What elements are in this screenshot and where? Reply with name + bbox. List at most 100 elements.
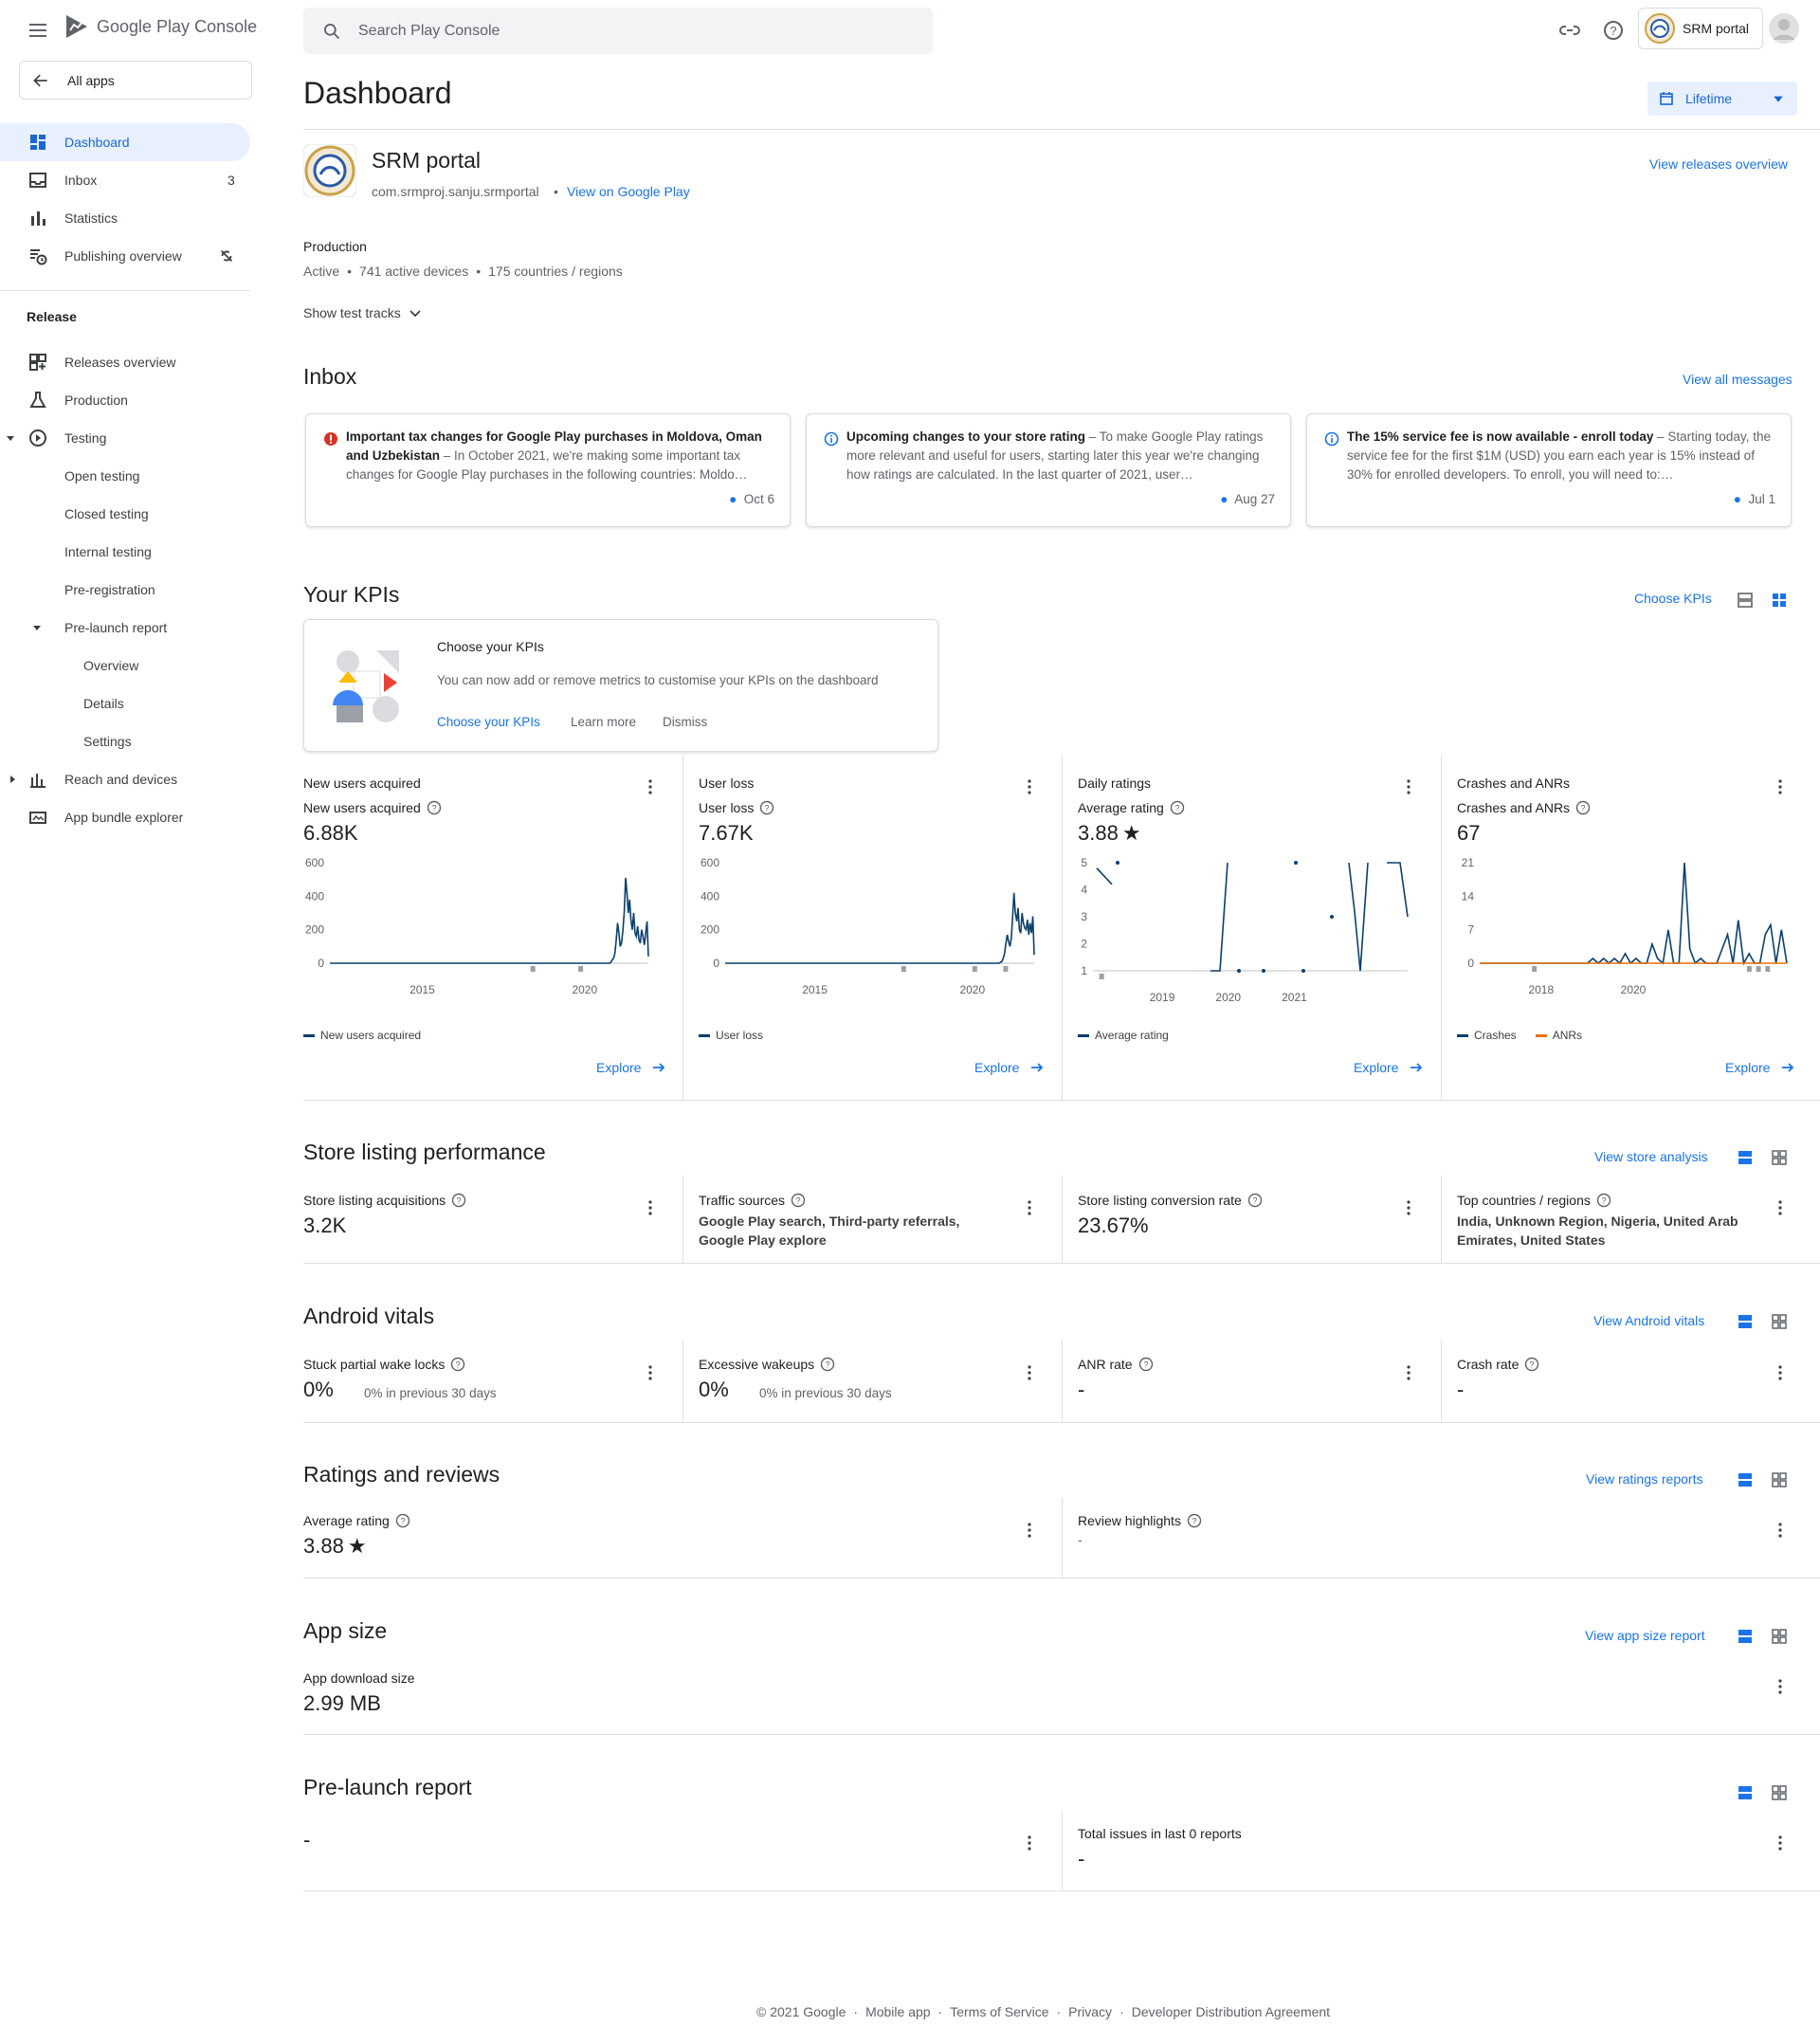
promo-body: You can now add or remove metrics to cus… [437,673,879,687]
dismiss-button[interactable]: Dismiss [663,715,707,729]
grid-view-icon[interactable] [1771,1149,1788,1166]
sidebar-item-internal-testing[interactable]: Internal testing [64,544,152,559]
explore-button[interactable]: Explore [974,1060,1044,1075]
menu-icon[interactable] [27,19,49,42]
play-console-logo[interactable]: Google Play Console [64,13,257,40]
sidebar-item-reach-and-devices[interactable]: Reach and devices [0,760,250,798]
help-icon[interactable]: ? [1575,800,1591,815]
sidebar-item-inbox[interactable]: Inbox 3 [0,161,250,199]
view-ratings-reports-link[interactable]: View ratings reports [1586,1471,1702,1487]
help-icon[interactable]: ? [1247,1193,1263,1208]
list-view-icon[interactable] [1737,1471,1754,1488]
more-vert-icon[interactable] [1778,1365,1782,1380]
more-vert-icon[interactable] [1028,1835,1031,1851]
more-vert-icon[interactable] [648,779,652,794]
footer-link-dda[interactable]: Developer Distribution Agreement [1132,2004,1330,2019]
choose-kpis-link[interactable]: Choose KPIs [1634,591,1712,606]
view-releases-overview-link[interactable]: View releases overview [1649,156,1788,172]
help-icon[interactable]: ? [791,1193,806,1208]
caret-down-icon[interactable] [6,433,15,443]
caret-right-icon[interactable] [8,775,17,784]
caret-down-icon[interactable] [32,623,42,632]
help-icon[interactable]: ? [1170,800,1185,815]
legend-swatch [1535,1033,1547,1037]
more-vert-icon[interactable] [1028,1365,1031,1380]
more-vert-icon[interactable] [1028,1200,1031,1215]
more-vert-icon[interactable] [648,1200,652,1215]
help-icon[interactable]: ? [450,1357,465,1372]
grid-view-icon[interactable] [1771,1313,1788,1330]
list-view-icon[interactable] [1737,1313,1754,1330]
date-range-dropdown[interactable]: Lifetime [1647,82,1797,116]
grid-view-icon[interactable] [1771,1471,1788,1488]
avatar[interactable] [1769,13,1799,44]
view-on-google-play-link[interactable]: View on Google Play [567,184,690,199]
sidebar-item-statistics[interactable]: Statistics [0,199,250,237]
sidebar-item-dashboard[interactable]: Dashboard [0,123,250,161]
help-icon[interactable]: ? [1138,1357,1154,1372]
more-vert-icon[interactable] [1778,1835,1782,1851]
grid-view-icon[interactable] [1771,592,1788,609]
explore-button[interactable]: Explore [596,1060,665,1075]
help-icon[interactable]: ? [820,1357,835,1372]
more-vert-icon[interactable] [1407,1200,1410,1215]
more-vert-icon[interactable] [1028,779,1031,794]
help-icon[interactable]: ? [395,1513,410,1528]
view-app-size-report-link[interactable]: View app size report [1585,1628,1705,1643]
list-view-icon[interactable] [1737,1628,1754,1645]
list-view-icon[interactable] [1737,1784,1754,1801]
learn-more-button[interactable]: Learn more [571,715,636,729]
more-vert-icon[interactable] [1407,779,1410,794]
search-input[interactable]: Search Play Console [358,23,500,40]
more-vert-icon[interactable] [1778,779,1782,794]
sidebar-item-publishing-overview[interactable]: Publishing overview [0,237,250,275]
footer-link-mobile-app[interactable]: Mobile app [865,2004,931,2019]
sidebar-item-testing[interactable]: Testing [0,419,250,457]
help-icon[interactable]: ? [427,800,442,815]
inbox-message-card[interactable]: Upcoming changes to your store rating – … [806,413,1291,527]
view-android-vitals-link[interactable]: View Android vitals [1593,1313,1704,1328]
sidebar-item-details[interactable]: Details [83,696,124,711]
sidebar-item-production[interactable]: Production [0,381,250,419]
help-icon[interactable]: ? [1187,1513,1202,1528]
sidebar-item-closed-testing[interactable]: Closed testing [64,506,149,521]
footer-link-privacy[interactable]: Privacy [1068,2004,1112,2019]
arrow-forward-icon [653,1063,665,1072]
sidebar-item-pre-registration[interactable]: Pre-registration [64,582,155,597]
sidebar-item-releases-overview[interactable]: Releases overview [0,343,250,381]
sidebar-item-settings[interactable]: Settings [83,734,132,749]
help-icon[interactable]: ? [1602,19,1625,42]
help-icon[interactable]: ? [451,1193,466,1208]
show-test-tracks-button[interactable]: Show test tracks [303,305,422,320]
more-vert-icon[interactable] [1778,1523,1782,1538]
account-chip[interactable]: SRM portal [1638,8,1763,49]
more-vert-icon[interactable] [1028,1523,1031,1538]
inbox-message-card[interactable]: The 15% service fee is now available - e… [1306,413,1792,527]
more-vert-icon[interactable] [1407,1365,1410,1380]
search-bar[interactable]: Search Play Console [303,8,933,54]
footer-link-terms[interactable]: Terms of Service [950,2004,1048,2019]
explore-button[interactable]: Explore [1354,1060,1423,1075]
sidebar-item-open-testing[interactable]: Open testing [64,468,139,484]
view-all-messages-link[interactable]: View all messages [1683,372,1793,387]
sidebar-item-overview[interactable]: Overview [83,658,138,673]
link-icon[interactable] [1558,19,1581,42]
sidebar-item-app-bundle-explorer[interactable]: App bundle explorer [0,798,250,836]
inbox-message-card[interactable]: Important tax changes for Google Play pu… [305,413,791,527]
user-loss-chart: 600 400 200 0 2015 2020 [701,857,1035,996]
help-icon[interactable]: ? [759,800,774,815]
list-view-icon[interactable] [1737,1149,1754,1166]
choose-your-kpis-button[interactable]: Choose your KPIs [437,715,540,729]
all-apps-button[interactable]: All apps [19,61,252,100]
more-vert-icon[interactable] [1778,1200,1782,1215]
help-icon[interactable]: ? [1524,1357,1539,1372]
more-vert-icon[interactable] [648,1365,652,1380]
more-vert-icon[interactable] [1778,1679,1782,1694]
help-icon[interactable]: ? [1596,1193,1611,1208]
grid-view-icon[interactable] [1771,1628,1788,1645]
view-store-analysis-link[interactable]: View store analysis [1594,1149,1708,1164]
grid-view-icon[interactable] [1771,1784,1788,1801]
list-view-icon[interactable] [1737,592,1754,609]
explore-button[interactable]: Explore [1725,1060,1794,1075]
sidebar-item-pre-launch-report[interactable]: Pre-launch report [64,620,167,635]
